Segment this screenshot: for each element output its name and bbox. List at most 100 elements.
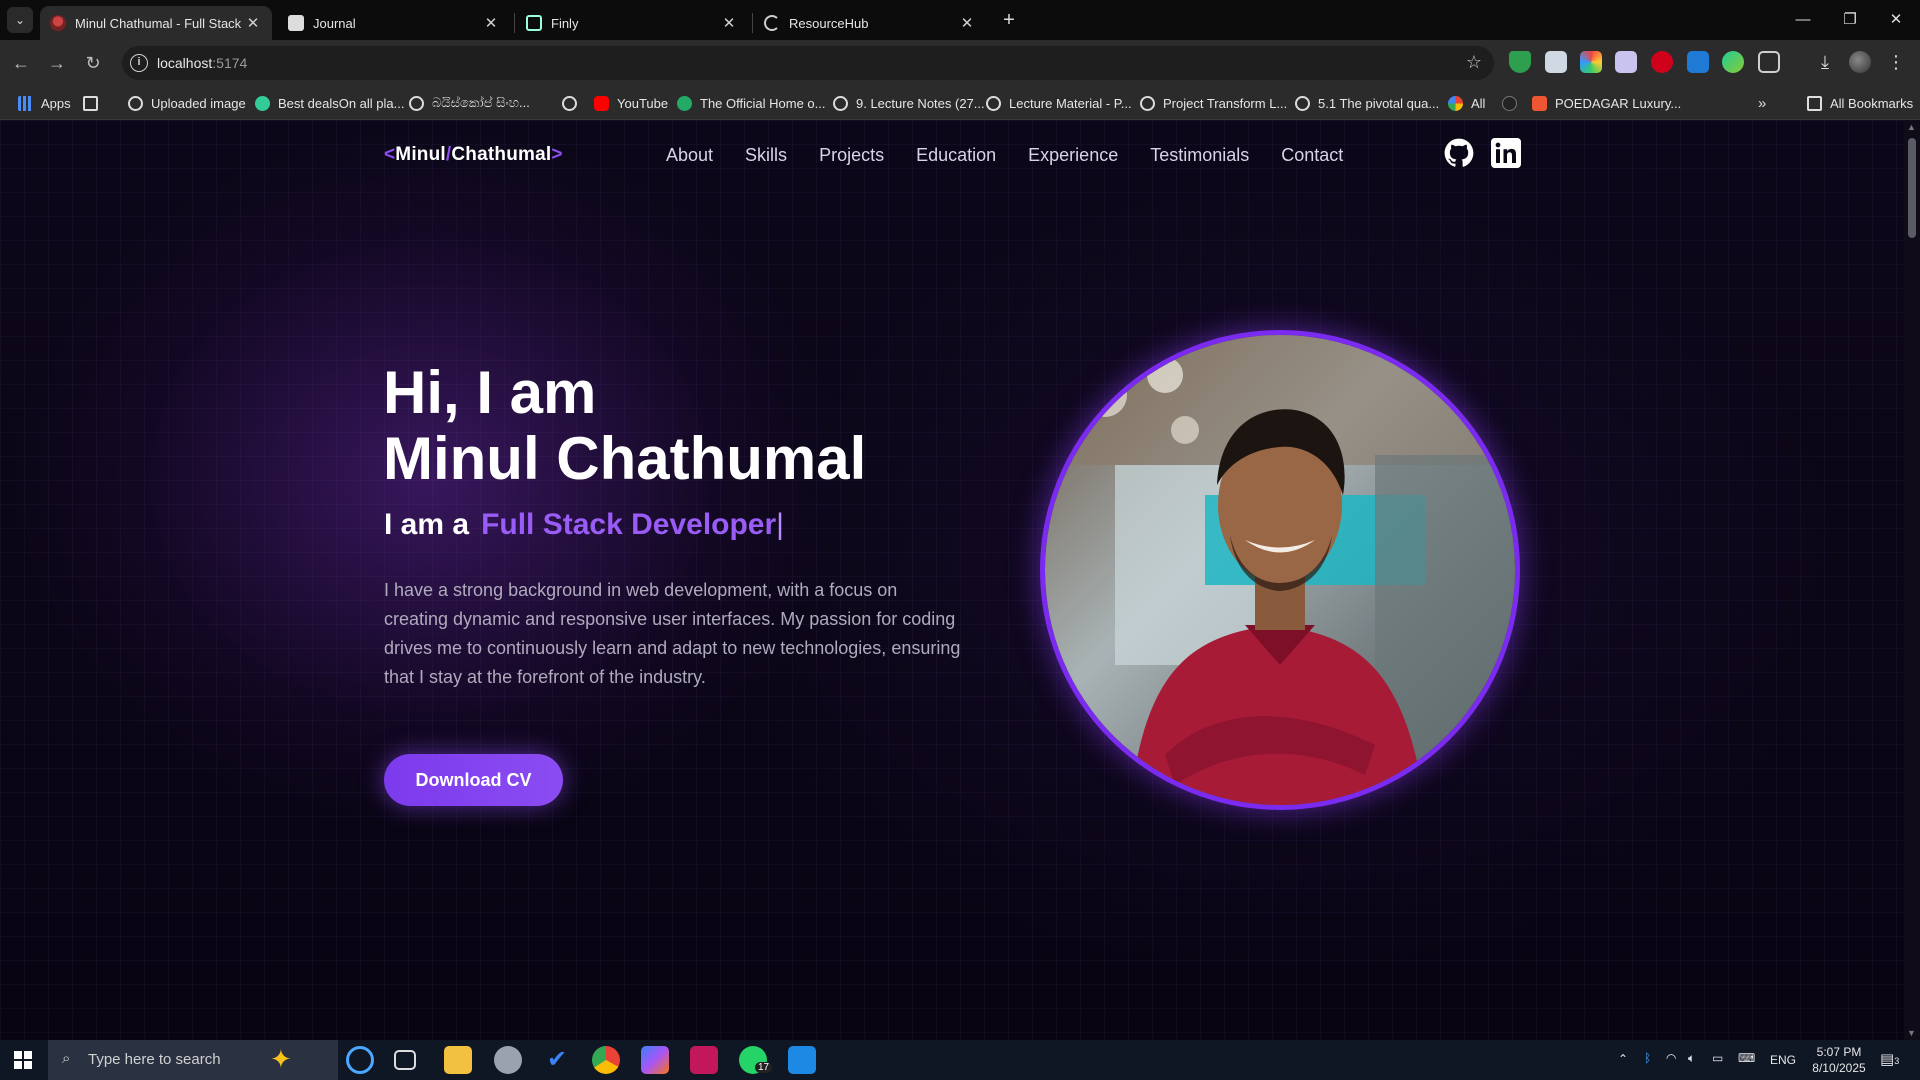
nav-contact[interactable]: Contact [1281,145,1343,166]
tab-search-button[interactable]: ⌄ [7,7,33,33]
apps-grid-icon [18,95,33,111]
network-icon[interactable]: ◠ [1666,1051,1676,1065]
bookmark-item[interactable]: POEDAGAR Luxury... [1532,92,1681,114]
typed-role-text: Full Stack Developer [481,508,777,541]
close-tab-icon[interactable]: ✕ [720,14,738,32]
download-cv-button[interactable]: Download CV [384,754,563,806]
nav-education[interactable]: Education [916,145,996,166]
app-icon[interactable] [690,1046,718,1074]
download-icon[interactable]: ⤓ [1814,51,1836,73]
linkedin-icon[interactable] [1491,138,1521,168]
chrome-icon[interactable] [592,1046,620,1074]
nav-projects[interactable]: Projects [819,145,884,166]
nav-experience[interactable]: Experience [1028,145,1118,166]
color-extension-icon[interactable] [1580,51,1602,73]
nav-testimonials[interactable]: Testimonials [1150,145,1249,166]
page-scrollbar[interactable]: ▲ ▼ [1904,120,1920,1040]
bookmark-item[interactable]: බයිස්කෝප් සිංහ... [409,92,530,114]
tab-journal[interactable]: Journal ✕ [278,6,510,40]
battery-icon[interactable]: ▭ [1712,1051,1723,1065]
all-bookmarks-folder[interactable]: All Bookmarks [1807,92,1913,114]
shield-extension-icon[interactable] [1509,51,1531,73]
tab-finly[interactable]: Finly ✕ [516,6,748,40]
hero-heading: Hi, I am Minul Chathumal [383,359,867,492]
site-icon [677,95,692,111]
tab-separator [752,13,753,33]
pdf-extension-icon[interactable] [1651,51,1673,73]
extension-icon[interactable] [1722,51,1744,73]
notifications-icon[interactable]: ▤3 [1880,1050,1899,1068]
url-text[interactable]: localhost:5174 [157,55,247,71]
clock[interactable]: 5:07 PM 8/10/2025 [1812,1044,1866,1076]
tray-chevron-icon[interactable]: ⌃ [1618,1052,1628,1066]
bookmark-item[interactable]: 5.1 The pivotal qua... [1295,92,1439,114]
bookmark-item[interactable]: Best dealsOn all pla... [255,92,404,114]
address-bar[interactable]: i localhost:5174 ☆ [122,46,1494,80]
nav-skills[interactable]: Skills [745,145,787,166]
task-view-icon[interactable] [394,1050,416,1070]
extension-icon[interactable] [1687,51,1709,73]
profile-avatar-icon[interactable] [1849,51,1871,73]
bookmark-item[interactable]: Uploaded image [128,92,246,114]
site-info-icon[interactable]: i [130,54,148,72]
windows-start-icon[interactable] [0,1040,46,1080]
bookmark-star-icon[interactable]: ☆ [1466,52,1482,73]
close-tab-icon[interactable]: ✕ [482,14,500,32]
shop-icon [1532,95,1547,111]
bookmark-item[interactable]: 9. Lecture Notes (27... [833,92,985,114]
folder-icon [1807,95,1822,111]
extensions-puzzle-icon[interactable] [1758,51,1780,73]
back-arrow-icon[interactable]: ← [8,50,34,76]
extension-icon[interactable] [1615,51,1637,73]
close-tab-icon[interactable]: ✕ [958,14,976,32]
todo-check-icon[interactable]: ✔ [543,1046,571,1074]
language-indicator[interactable]: ENG [1770,1053,1796,1067]
tab-resourcehub[interactable]: ResourceHub ✕ [754,6,986,40]
menu-kebab-icon[interactable]: ⋮ [1885,51,1907,73]
bookmark-item[interactable]: All [1448,92,1485,114]
scroll-down-icon[interactable]: ▼ [1907,1028,1916,1038]
github-icon[interactable] [1444,138,1474,168]
hero-role-line: I am a Full Stack Developer| [384,508,784,541]
whatsapp-icon[interactable]: 17 [739,1046,773,1074]
bookmark-item[interactable]: Project Transform L... [1140,92,1287,114]
bookmark-apps[interactable]: Apps [18,92,71,114]
new-tab-plus-icon[interactable]: + [996,8,1022,34]
bookmark-item[interactable]: The Official Home o... [677,92,825,114]
bookmark-item[interactable] [1502,92,1525,114]
bluetooth-icon[interactable]: ᛒ [1644,1051,1651,1065]
tab-separator [514,13,515,33]
tab-portfolio[interactable]: Minul Chathumal - Full Stack De ✕ [40,6,272,40]
restore-icon[interactable]: ❐ [1827,6,1873,34]
grid-icon [83,95,98,111]
reload-icon[interactable]: ↻ [80,50,106,76]
close-tab-icon[interactable]: ✕ [244,14,262,32]
close-window-icon[interactable]: ✕ [1873,6,1919,34]
google-icon [1448,95,1463,111]
scroll-up-icon[interactable]: ▲ [1907,122,1916,132]
volume-icon[interactable]: 🔈︎ [1688,1051,1695,1066]
taskbar-search-box[interactable]: ⌕ Type here to search ✦ [48,1040,338,1080]
bookmark-youtube[interactable]: YouTube [594,92,668,114]
app-icon[interactable] [494,1046,522,1074]
copilot-icon[interactable] [641,1046,669,1074]
globe-icon [562,95,577,111]
bookmark-item[interactable] [562,92,585,114]
tab-groups-icon[interactable] [83,92,106,114]
cortana-icon[interactable] [346,1046,374,1074]
scrollbar-thumb[interactable] [1908,138,1916,238]
bookmark-item[interactable]: Lecture Material - P... [986,92,1132,114]
vscode-icon[interactable] [788,1046,816,1074]
globe-icon [986,95,1001,111]
more-bookmarks-chevron-icon[interactable]: » [1758,92,1766,114]
site-logo[interactable]: <Minul/Chathumal> [384,144,563,166]
keyboard-icon[interactable]: ⌨ [1738,1051,1755,1065]
globe-icon [1295,95,1310,111]
file-explorer-icon[interactable] [444,1046,472,1074]
extension-icon[interactable] [1545,51,1567,73]
nav-about[interactable]: About [666,145,713,166]
portfolio-favicon-icon [50,15,66,31]
minimize-icon[interactable]: — [1780,6,1826,34]
profile-photo [1040,330,1520,810]
forward-arrow-icon[interactable]: → [44,50,70,76]
